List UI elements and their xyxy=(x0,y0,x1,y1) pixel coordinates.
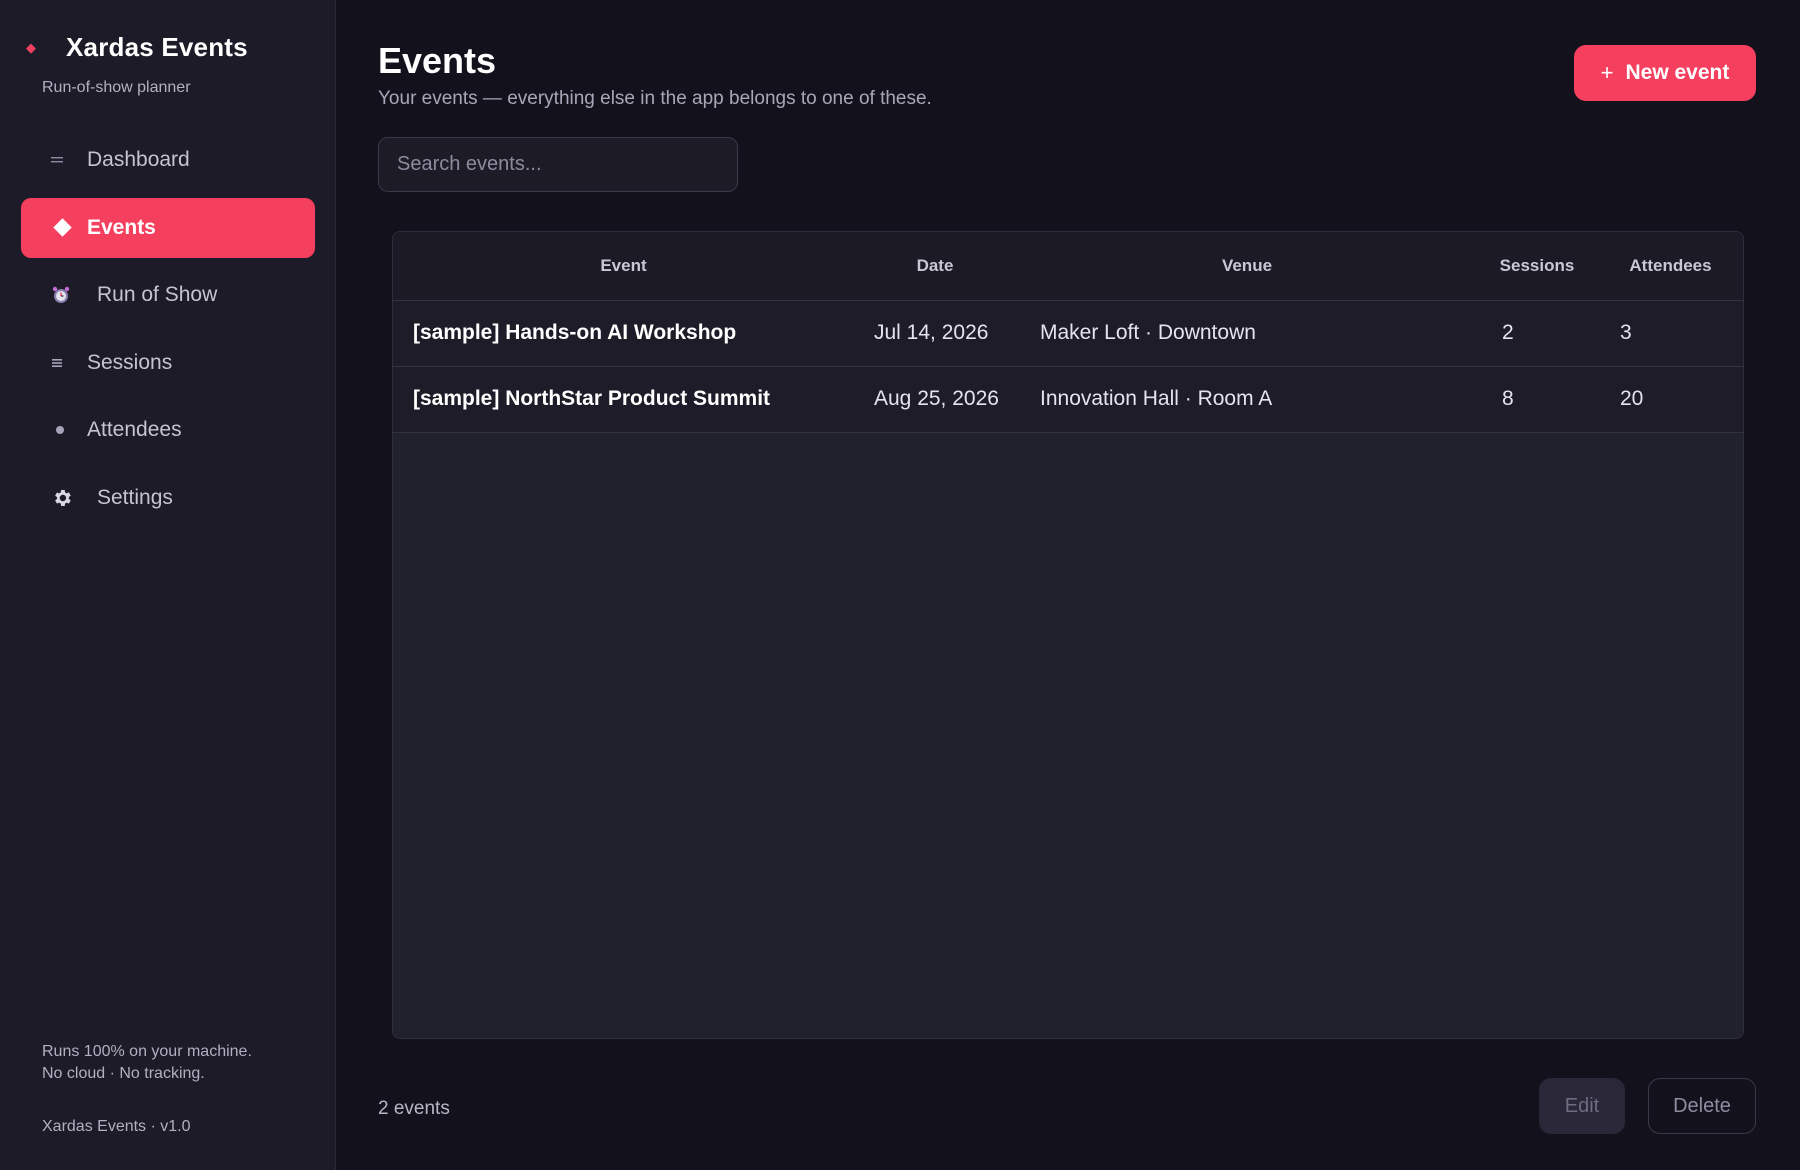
event-date: Aug 25, 2026 xyxy=(854,366,1016,433)
sidebar-item-attendees[interactable]: Attendees xyxy=(21,400,315,460)
event-attendees: 20 xyxy=(1596,366,1743,433)
diamond-icon: ◆ xyxy=(26,39,36,55)
sidebar-item-label: Attendees xyxy=(87,418,182,441)
brand-subtitle: Run-of-show planner xyxy=(42,79,191,96)
dot-icon xyxy=(51,426,87,434)
sidebar-item-settings[interactable]: Settings xyxy=(21,468,315,528)
events-table-grid: Event Date Venue Sessions Attendees [sam… xyxy=(393,232,1743,433)
sidebar-item-label: Settings xyxy=(97,485,173,509)
search-input[interactable] xyxy=(378,137,738,192)
plus-icon: + xyxy=(1600,60,1614,85)
event-venue: Innovation Hall · Room A xyxy=(1016,366,1478,433)
new-event-button[interactable]: + New event xyxy=(1574,45,1756,101)
event-sessions: 2 xyxy=(1478,300,1596,367)
page-subtitle: Your events — everything else in the app… xyxy=(378,88,932,109)
brand-name: Xardas Events xyxy=(66,32,248,62)
dashboard-icon xyxy=(51,155,87,165)
event-name: [sample] NorthStar Product Summit xyxy=(393,366,854,433)
sidebar-item-dashboard[interactable]: Dashboard xyxy=(21,130,315,190)
column-header-sessions[interactable]: Sessions xyxy=(1478,232,1596,301)
column-header-venue[interactable]: Venue xyxy=(1016,232,1478,301)
event-date: Jul 14, 2026 xyxy=(854,300,1016,367)
brand: ◆ Xardas Events xyxy=(20,32,248,63)
edit-button[interactable]: Edit xyxy=(1539,1078,1625,1134)
new-event-label: New event xyxy=(1625,61,1730,84)
sidebar-item-events[interactable]: Events xyxy=(21,197,315,258)
list-icon xyxy=(51,358,87,368)
event-name: [sample] Hands-on AI Workshop xyxy=(393,300,854,367)
column-header-event[interactable]: Event xyxy=(393,232,854,301)
sidebar-item-label: Sessions xyxy=(87,350,173,374)
table-row[interactable]: [sample] NorthStar Product Summit Aug 25… xyxy=(393,366,1743,433)
sidebar-nav: Dashboard Events Run of Show Sessions At… xyxy=(21,130,315,535)
delete-button[interactable]: Delete xyxy=(1648,1078,1756,1134)
sidebar: ◆ Xardas Events Run-of-show planner Dash… xyxy=(0,0,336,1170)
privacy-note: Runs 100% on your machine. No cloud · No… xyxy=(42,1041,252,1085)
alarm-clock-icon xyxy=(51,285,97,305)
diamond-icon xyxy=(51,218,87,237)
events-table: Event Date Venue Sessions Attendees [sam… xyxy=(392,231,1744,1039)
event-sessions: 8 xyxy=(1478,366,1596,433)
event-count: 2 events xyxy=(378,1098,450,1119)
page-title: Events xyxy=(378,40,497,81)
event-attendees: 3 xyxy=(1596,300,1743,367)
sidebar-item-label: Dashboard xyxy=(87,148,190,171)
sidebar-item-label: Run of Show xyxy=(97,283,218,306)
table-row[interactable]: [sample] Hands-on AI Workshop Jul 14, 20… xyxy=(393,300,1743,367)
gear-icon xyxy=(51,487,97,509)
sidebar-item-sessions[interactable]: Sessions xyxy=(21,333,315,393)
privacy-line-2: No cloud · No tracking. xyxy=(42,1065,205,1082)
app-version: Xardas Events · v1.0 xyxy=(42,1118,191,1135)
column-header-attendees[interactable]: Attendees xyxy=(1596,232,1743,301)
table-header-row: Event Date Venue Sessions Attendees xyxy=(393,232,1743,301)
column-header-date[interactable]: Date xyxy=(854,232,1016,301)
sidebar-item-run-of-show[interactable]: Run of Show xyxy=(21,265,315,325)
privacy-line-1: Runs 100% on your machine. xyxy=(42,1043,252,1060)
event-venue: Maker Loft · Downtown xyxy=(1016,300,1478,367)
sidebar-item-label: Events xyxy=(87,215,156,239)
main-content: Events Your events — everything else in … xyxy=(336,0,1800,1170)
app-root: ◆ Xardas Events Run-of-show planner Dash… xyxy=(0,0,1800,1170)
